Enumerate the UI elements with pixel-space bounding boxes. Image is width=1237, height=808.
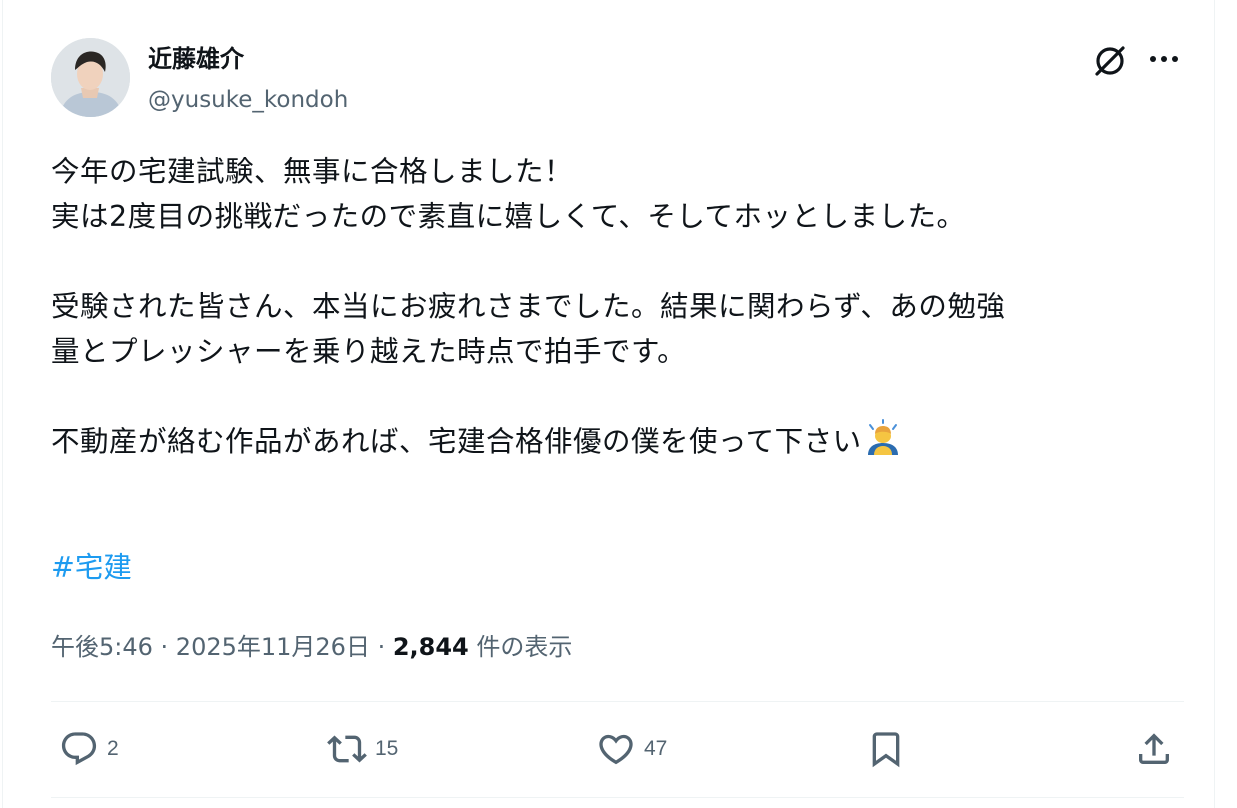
tweet-line: 量とプレッシャーを乗り越えた時点で拍手です。 <box>51 335 687 368</box>
author-handle[interactable]: @yusuke_kondoh <box>148 84 348 116</box>
tweet-line: 今年の宅建試験、無事に合格しました！ <box>51 155 574 188</box>
like-button[interactable]: 47 <box>596 727 667 771</box>
retweet-icon <box>327 735 367 763</box>
share-button[interactable] <box>1134 727 1174 771</box>
meta-separator: · <box>369 633 393 661</box>
meta-separator: · <box>152 633 176 661</box>
divider <box>51 701 1184 702</box>
tweet-text: 今年の宅建試験、無事に合格しました！ 実は2度目の挑戦だったので素直に嬉しくて、… <box>51 149 1191 464</box>
views-label: 件の表示 <box>468 633 573 661</box>
reply-icon <box>61 732 97 766</box>
more-icon[interactable] <box>1144 41 1184 81</box>
tweet-time[interactable]: 午後5:46 <box>51 633 153 661</box>
tweet-line-text: 不動産が絡む作品があれば、宅建合格俳優の僕を使って下さい <box>51 425 862 458</box>
bowing-person-emoji <box>864 419 902 457</box>
retweet-count: 15 <box>375 737 399 760</box>
tweet-line: 実は2度目の挑戦だったので素直に嬉しくて、そしてホッとしました。 <box>51 200 966 233</box>
divider <box>51 797 1184 798</box>
share-icon <box>1139 733 1169 764</box>
grok-icon[interactable] <box>1090 41 1130 81</box>
retweet-button[interactable]: 15 <box>327 727 398 771</box>
like-count: 47 <box>644 737 668 760</box>
reply-button[interactable]: 2 <box>59 727 119 771</box>
avatar-photo <box>51 38 130 117</box>
bookmark-icon <box>872 732 900 768</box>
reply-count: 2 <box>107 737 119 760</box>
tweet-date[interactable]: 2025年11月26日 <box>176 633 370 661</box>
hashtag-link[interactable]: #宅建 <box>51 545 132 590</box>
tweet-meta: 午後5:46 · 2025年11月26日 · 2,844 件の表示 <box>51 627 572 667</box>
author-display-name[interactable]: 近藤雄介 <box>148 43 244 75</box>
tweet-line-last: 不動産が絡む作品があれば、宅建合格俳優の僕を使って下さい <box>51 419 1191 464</box>
like-icon <box>599 734 633 765</box>
frame-border-right <box>1214 0 1215 808</box>
tweet-line: 受験された皆さん、本当にお疲れさまでした。結果に関わらず、あの勉強 <box>51 290 1006 323</box>
avatar[interactable] <box>51 38 130 117</box>
bookmark-button[interactable] <box>866 727 906 771</box>
frame-border-left <box>2 0 3 808</box>
views-count: 2,844 <box>392 633 469 661</box>
